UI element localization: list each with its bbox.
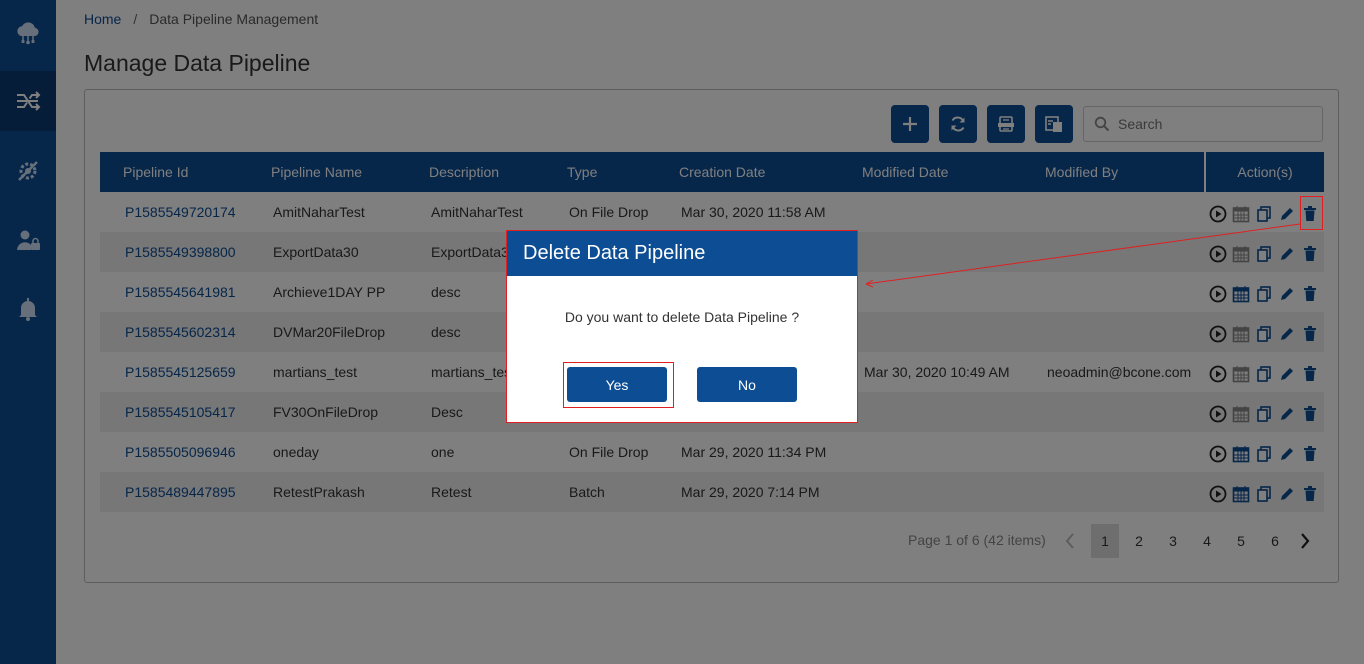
dialog-message: Do you want to delete Data Pipeline ?: [564, 309, 800, 325]
no-button[interactable]: No: [697, 367, 797, 402]
delete-icon-highlight: [1300, 196, 1323, 230]
delete-pipeline-dialog: Delete Data Pipeline Do you want to dele…: [506, 230, 858, 423]
dialog-title: Delete Data Pipeline: [507, 231, 857, 276]
yes-button[interactable]: Yes: [567, 367, 667, 402]
